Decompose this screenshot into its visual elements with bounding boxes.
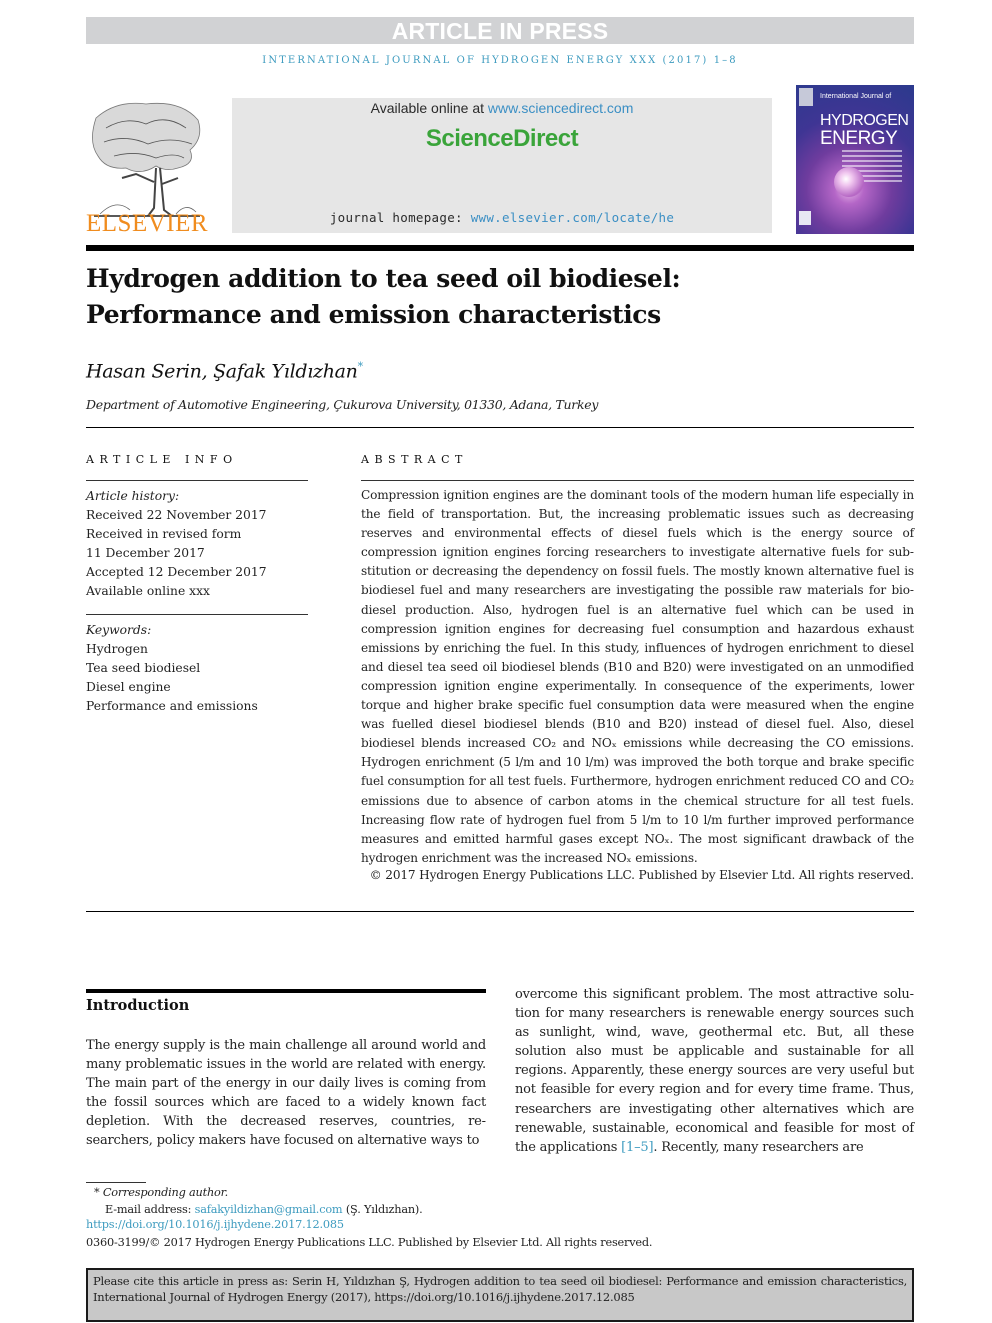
cover-iahe-logo-icon (799, 211, 811, 225)
divider (361, 480, 914, 481)
body-text: . Recently, many researchers are (653, 1139, 864, 1155)
history-item: Received 22 November 2017 (86, 508, 267, 522)
history-item: 11 December 2017 (86, 546, 205, 560)
homepage-label: journal homepage: (329, 210, 471, 225)
keyword-item: Performance and emissions (86, 699, 258, 713)
citation-link[interactable]: [1–5] (621, 1140, 653, 1155)
divider (86, 911, 914, 912)
journal-cover-image: International Journal of HYDROGEN ENERGY (796, 85, 914, 234)
header-divider (86, 245, 914, 251)
article-in-press-banner: ARTICLE IN PRESS (86, 17, 914, 44)
divider (86, 427, 914, 428)
article-title: Hydrogen addition to tea seed oil biodie… (86, 261, 886, 333)
cover-title-line1: International Journal of (820, 93, 892, 100)
history-item: Received in revised form (86, 527, 242, 541)
history-item: Accepted 12 December 2017 (86, 565, 267, 579)
journal-homepage-line: journal homepage: www.elsevier.com/locat… (232, 210, 772, 225)
keyword-item: Diesel engine (86, 680, 171, 694)
doi-link[interactable]: https://doi.org/10.1016/j.ijhydene.2017.… (86, 1218, 344, 1231)
author-list: Hasan Serin, Şafak Yıldızhan* (86, 360, 363, 382)
authors-text: Hasan Serin, Şafak Yıldızhan (86, 360, 358, 383)
available-online-label: Available online at (370, 100, 488, 116)
email-link[interactable]: safakyildizhan@gmail.com (195, 1203, 343, 1216)
email-footnote: E-mail address: safakyildizhan@gmail.com… (105, 1203, 423, 1216)
abstract-heading: ABSTRACT (361, 453, 468, 466)
cover-publisher-badge-icon (799, 88, 813, 106)
corresponding-author-note: * Corresponding author. (94, 1186, 228, 1199)
article-history: Article history: Received 22 November 20… (86, 487, 316, 601)
email-owner: (Ş. Yıldızhan). (342, 1203, 423, 1216)
sciencedirect-logo: ScienceDirect (425, 125, 579, 152)
abstract-text: Compression ignition engines are the dom… (361, 488, 914, 865)
title-line-1: Hydrogen addition to tea seed oil biodie… (86, 264, 681, 293)
sciencedirect-link[interactable]: www.sciencedirect.com (488, 100, 634, 116)
introduction-paragraph-left: The energy supply is the main challenge … (86, 1038, 486, 1149)
footnote-rule (86, 1182, 146, 1183)
keyword-item: Hydrogen (86, 642, 148, 656)
history-item: Available online xxx (86, 584, 210, 598)
corresponding-author-marker[interactable]: * (358, 360, 364, 373)
title-line-2: Performance and emission characteristics (86, 300, 661, 329)
introduction-paragraph-right: overcome this significant problem. The m… (515, 985, 914, 1157)
journal-running-header: INTERNATIONAL JOURNAL OF HYDROGEN ENERGY… (262, 55, 738, 66)
abstract-copyright: © 2017 Hydrogen Energy Publications LLC.… (369, 868, 914, 882)
article-info-heading: ARTICLE INFO (86, 453, 238, 466)
elsevier-wordmark: ELSEVIER (86, 210, 209, 237)
introduction-heading: Introduction (86, 997, 190, 1014)
cover-title-line2: HYDROGEN (820, 112, 909, 129)
cover-orb-graphic (834, 167, 864, 197)
section-rule (86, 989, 486, 993)
journal-homepage-link[interactable]: www.elsevier.com/locate/he (471, 210, 674, 225)
keywords-label: Keywords: (86, 623, 152, 637)
issn-copyright: 0360-3199/© 2017 Hydrogen Energy Publica… (86, 1236, 653, 1249)
citation-box: Please cite this article in press as: Se… (86, 1268, 914, 1322)
cover-title-line3: ENERGY (820, 128, 898, 149)
divider (86, 480, 308, 481)
keyword-item: Tea seed biodiesel (86, 661, 201, 675)
author-affiliation: Department of Automotive Engineering, Çu… (86, 397, 599, 412)
article-history-label: Article history: (86, 489, 180, 503)
keywords-list: Keywords: Hydrogen Tea seed biodiesel Di… (86, 621, 316, 716)
body-text: overcome this significant problem. The m… (515, 987, 914, 1155)
divider (86, 614, 308, 615)
email-label: E-mail address: (105, 1203, 195, 1216)
available-online-line: Available online at www.sciencedirect.co… (232, 100, 772, 116)
